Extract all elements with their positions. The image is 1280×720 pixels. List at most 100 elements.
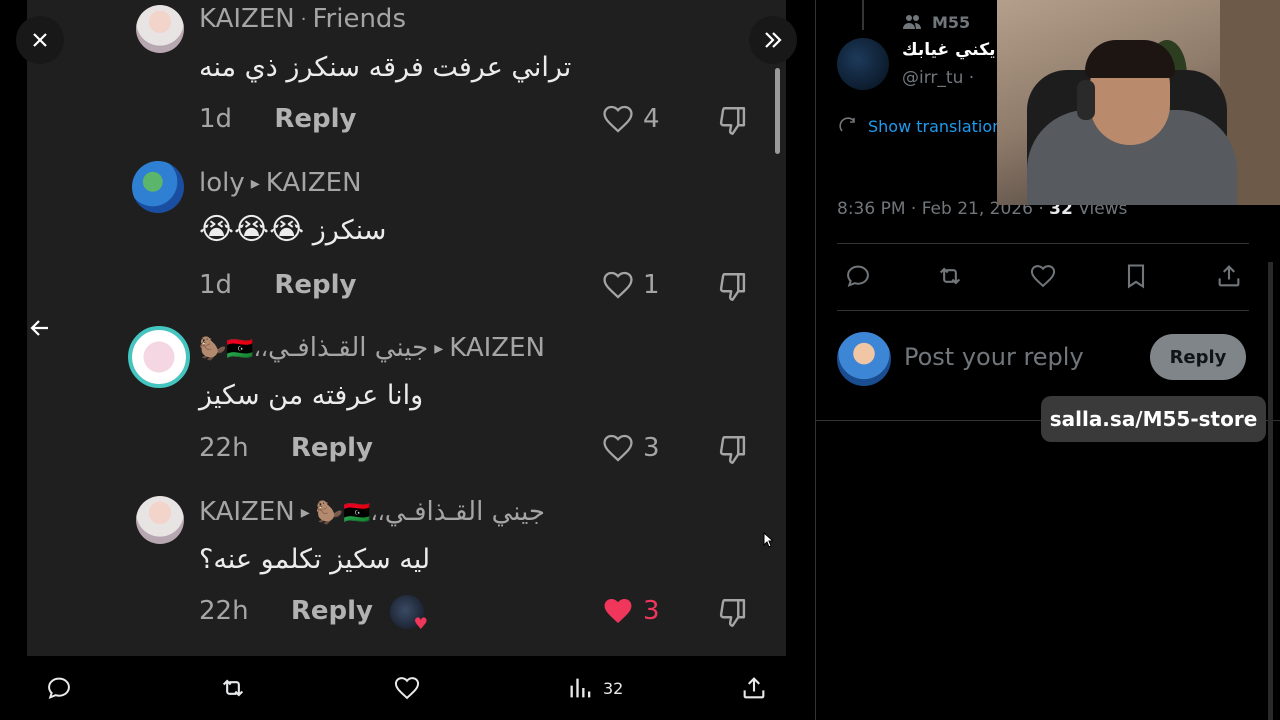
show-translation-link[interactable]: Show translation	[838, 116, 1002, 136]
share-icon	[743, 677, 765, 699]
show-translation-label[interactable]: Show translation	[868, 117, 1002, 136]
reply-submit-button[interactable]: Reply	[1150, 334, 1246, 380]
share-icon[interactable]	[1215, 262, 1243, 290]
comments-viewer: KAIZEN · Friends تراني عرفت فرقه سنكرز ذي …	[0, 0, 815, 720]
author-decoration: 🦫🇱🇾،،	[315, 501, 385, 526]
comment-author[interactable]: KAIZEN · Friends	[199, 4, 406, 34]
like-count: 3	[643, 596, 660, 626]
scrollbar[interactable]	[775, 68, 780, 154]
author-name[interactable]: يكني غيابك	[902, 40, 995, 60]
reply-arrow-icon: ▸	[300, 502, 310, 523]
comment-meta: 22h Reply	[199, 596, 373, 626]
store-link-overlay: salla.sa/M55-store	[1041, 396, 1266, 442]
previous-button[interactable]	[16, 304, 64, 352]
heart-icon[interactable]	[1029, 262, 1057, 290]
reply-input[interactable]: Post your reply	[904, 343, 1084, 371]
scrollbar[interactable]	[1268, 262, 1273, 720]
dislike-icon[interactable]	[717, 270, 751, 304]
comment-text: 😭😭😭 سنكرز	[199, 212, 386, 247]
reply-to-name[interactable]: جيني القـذافـي	[385, 497, 545, 527]
community-label[interactable]: M55	[902, 12, 970, 32]
comment-time: 1d	[199, 270, 233, 300]
avatar[interactable]	[837, 38, 889, 90]
heart-icon: ♥	[413, 614, 428, 633]
back-arrow-icon	[30, 320, 48, 336]
comments-panel: KAIZEN · Friends تراني عرفت فرقه سنكرز ذي …	[27, 0, 786, 656]
views-icon	[570, 678, 591, 698]
like-button[interactable]: 1	[601, 268, 660, 302]
webcam-overlay	[997, 0, 1280, 205]
comment-time: 1d	[199, 104, 233, 134]
avatar[interactable]	[136, 5, 184, 53]
community-name[interactable]: M55	[932, 13, 970, 32]
comment-author[interactable]: loly ▸ KAIZEN	[199, 168, 362, 198]
comment-meta: 1d Reply	[199, 270, 356, 300]
relation-label: Friends	[312, 4, 406, 34]
author-handle[interactable]: @irr_tu ·	[902, 68, 974, 88]
expand-icon	[765, 32, 782, 48]
heart-icon	[603, 105, 633, 133]
dislike-icon[interactable]	[717, 433, 751, 467]
like-button[interactable]: 3	[601, 431, 660, 465]
reply-button[interactable]: Reply	[274, 104, 356, 134]
views-action[interactable]: 32	[567, 674, 623, 702]
author-name[interactable]: جيني القـذافـي	[268, 333, 428, 363]
views-count: 32	[603, 678, 624, 698]
community-icon	[903, 15, 921, 29]
repost-action[interactable]	[219, 674, 247, 702]
divider	[837, 243, 1249, 244]
reply-button[interactable]: Reply	[291, 596, 373, 626]
comment-meta: 1d Reply	[199, 104, 356, 134]
avatar[interactable]	[132, 161, 184, 213]
heart-filled-icon	[604, 598, 632, 624]
like-count: 3	[643, 433, 660, 463]
comment-action[interactable]	[45, 674, 73, 702]
separator-dot: ·	[300, 9, 307, 30]
close-button[interactable]	[16, 16, 64, 64]
emoji: 😭😭😭	[199, 212, 305, 247]
reply-arrow-icon: ▸	[434, 338, 444, 359]
expand-button[interactable]	[749, 16, 797, 64]
like-count: 4	[643, 104, 660, 134]
comment-author[interactable]: KAIZEN ▸ 🦫🇱🇾،،جيني القـذافـي	[199, 497, 545, 527]
avatar[interactable]	[837, 332, 891, 386]
headset	[1077, 80, 1095, 120]
comment-text: تراني عرفت فرقه سنكرز ذي منه	[199, 52, 572, 83]
reply-icon[interactable]	[844, 262, 872, 290]
dislike-icon[interactable]	[717, 104, 751, 138]
reply-arrow-icon: ▸	[250, 173, 260, 194]
like-button[interactable]: 3	[601, 594, 660, 628]
bookmark-icon[interactable]	[1122, 262, 1150, 290]
close-icon	[33, 33, 47, 47]
author-decoration: 🦫🇱🇾،،	[199, 337, 268, 362]
dislike-icon[interactable]	[717, 596, 751, 630]
translate-icon	[839, 117, 855, 132]
comment-meta: 22h Reply	[199, 433, 373, 463]
avatar[interactable]	[128, 326, 190, 388]
heart-icon	[603, 434, 633, 462]
comment-text: وانا عرفته من سكيز	[199, 380, 424, 411]
like-count: 1	[643, 270, 660, 300]
author-name[interactable]: KAIZEN	[199, 497, 295, 527]
comment-icon	[48, 677, 70, 700]
author-name[interactable]: KAIZEN	[199, 4, 295, 34]
repost-icon[interactable]	[936, 262, 964, 290]
share-action[interactable]	[740, 674, 768, 702]
avatar[interactable]	[136, 496, 184, 544]
reply-button[interactable]: Reply	[291, 433, 373, 463]
like-button[interactable]: 4	[601, 102, 660, 136]
comment-author[interactable]: 🦫🇱🇾،،جيني القـذافـي ▸ KAIZEN	[199, 333, 545, 363]
streamer-hair	[1085, 40, 1175, 78]
author-name[interactable]: loly	[199, 168, 245, 198]
comment-time: 22h	[199, 596, 249, 626]
reply-to-name[interactable]: KAIZEN	[266, 168, 362, 198]
comment-time: 22h	[199, 433, 249, 463]
reply-button[interactable]: Reply	[274, 270, 356, 300]
thread-line	[862, 0, 864, 30]
like-action[interactable]	[393, 674, 421, 702]
mouse-cursor-icon	[763, 532, 773, 548]
media-action-bar: 32	[0, 656, 786, 720]
divider	[837, 310, 1249, 311]
heart-icon	[394, 677, 420, 700]
reply-to-name[interactable]: KAIZEN	[449, 333, 545, 363]
